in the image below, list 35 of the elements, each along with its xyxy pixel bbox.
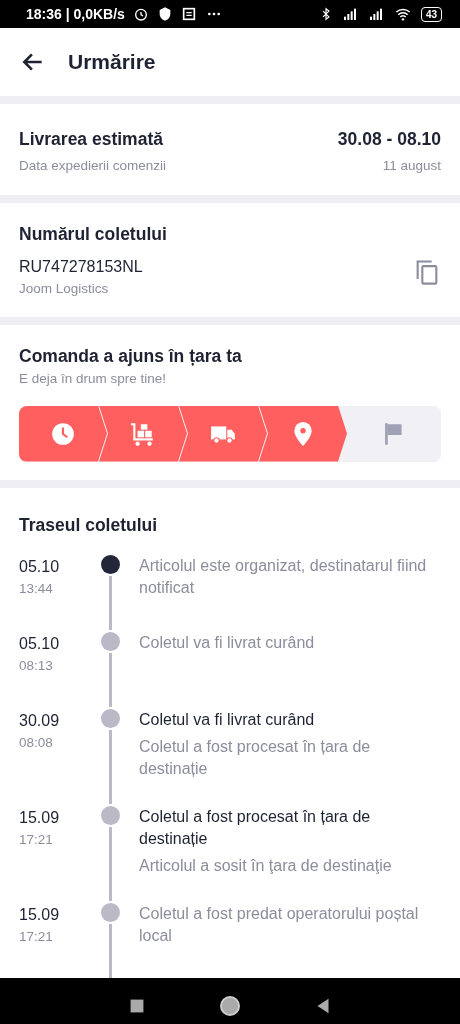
status-title: Comanda a ajuns în țara ta: [19, 345, 243, 368]
event-date: 15.09: [19, 807, 61, 828]
ship-date: 11 august: [381, 157, 441, 176]
alarm-icon: [132, 6, 149, 22]
event-time: 08:08: [19, 733, 54, 752]
estimate-title: Livrarea estimată: [19, 128, 164, 151]
event-description: Coletul a fost procesat în țara de destinație: [139, 736, 372, 779]
tracking-number: RU747278153NL: [19, 256, 144, 277]
event-description: Coletul va fi livrat curând: [139, 632, 316, 653]
event-title: Coletul va fi livrat curând: [139, 709, 316, 730]
battery-indicator: 43: [420, 6, 442, 22]
event-title: Coletul a fost procesat în țara de destinație: [139, 806, 372, 849]
status-time: 18:36 | 0,0KB/s: [26, 4, 125, 24]
home-icon: [218, 993, 242, 1018]
page-title: Urmărire: [68, 49, 156, 76]
event-description: Coletul a fost predat operatorului poștal local: [139, 903, 420, 946]
estimate-range: 30.08 - 08.10: [337, 128, 441, 151]
clock-icon: [50, 420, 76, 447]
event-description: Articolul este organizat, destinatarul fiind notificat: [139, 555, 428, 598]
status-subtitle: E deja în drum spre tine!: [19, 370, 168, 389]
estimate-subtitle: Data expedierii comenzii: [19, 157, 167, 176]
event-description: Articolul a sosit în ţara de destinaţie: [139, 855, 393, 876]
event-date: 05.10: [19, 556, 61, 577]
event-time: 17:21: [19, 927, 54, 946]
note-icon: [180, 6, 197, 22]
event-time: 08:13: [19, 656, 54, 675]
carrier-name: Joom Logistics: [19, 279, 110, 298]
parcel-title: Numărul coletului: [19, 222, 167, 246]
event-time: 17:21: [19, 830, 54, 849]
cart-icon: [130, 420, 156, 447]
event-date: 15.09: [19, 904, 61, 925]
route-title: Traseul coletului: [19, 513, 159, 537]
event-time: 13:44: [19, 579, 54, 598]
event-date: 30.09: [19, 710, 61, 731]
event-date: 05.10: [19, 633, 61, 654]
